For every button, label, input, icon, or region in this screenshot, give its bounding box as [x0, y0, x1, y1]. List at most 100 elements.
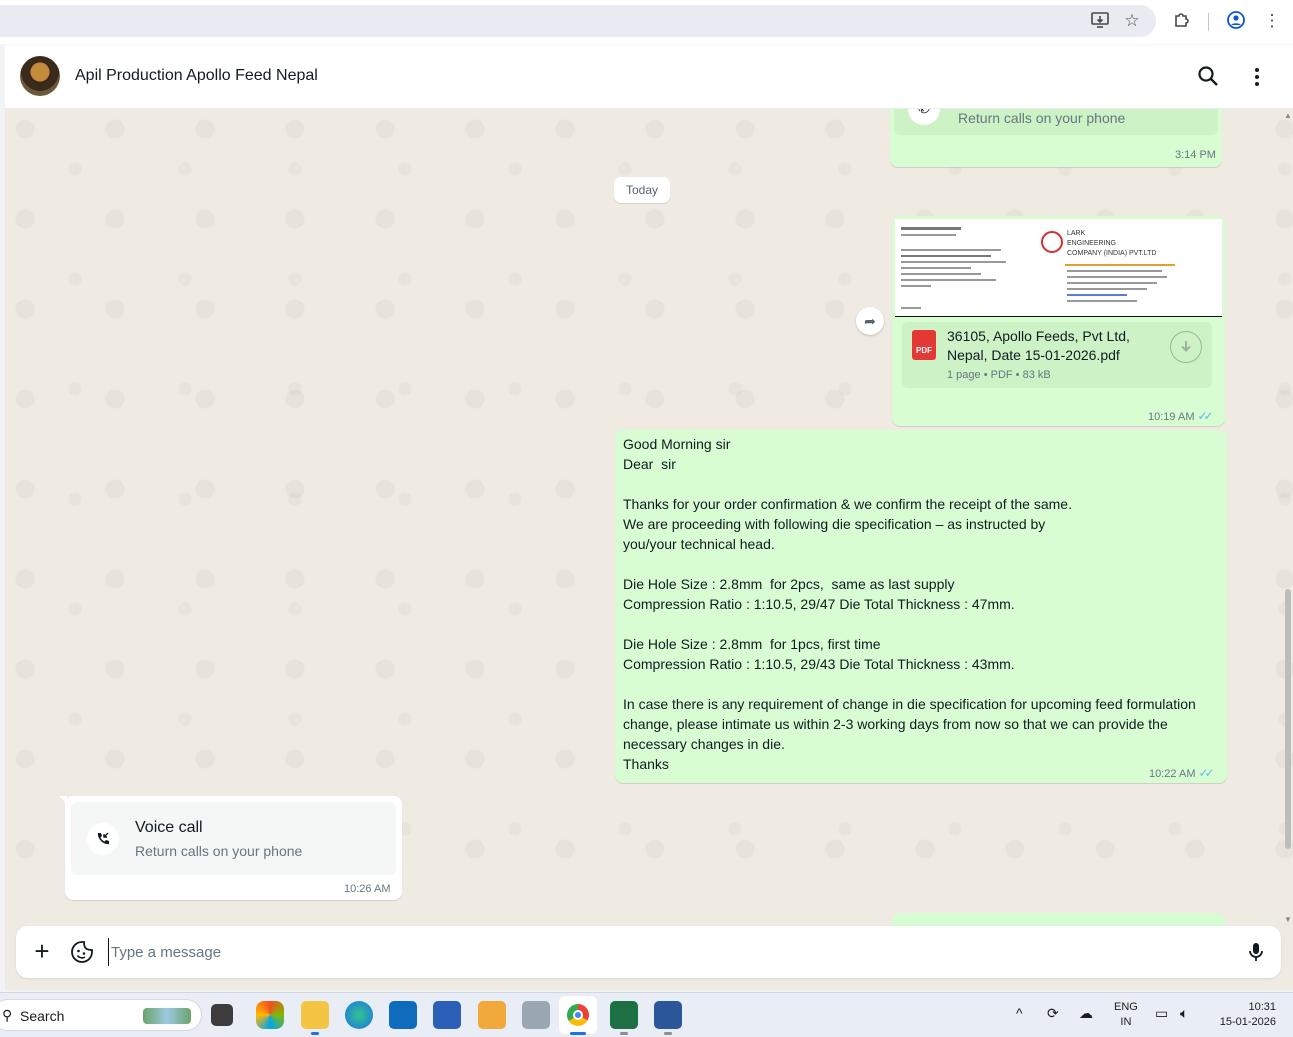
document-message[interactable]: LARK ENGINEERING COMPANY (INDIA) PVT.LTD… — [892, 216, 1225, 426]
taskbar-clock[interactable]: 10:31 15-01-2026 — [1212, 1000, 1276, 1030]
chat-menu-icon[interactable] — [1245, 65, 1269, 89]
windows-taskbar: ⚲ Search ^ ⟳ ☁ ENG IN ▭ 🔈︎ 10:31 15-01-2… — [0, 992, 1293, 1037]
sync-icon[interactable]: ⟳ — [1047, 1005, 1059, 1022]
download-icon[interactable] — [1170, 331, 1202, 363]
voice-call-card[interactable]: Voice call Return calls on your phone — [71, 802, 396, 875]
message-line: We are proceeding with following die spe… — [623, 516, 1046, 532]
preview-line — [901, 249, 1001, 251]
tray-overflow-chevron-icon[interactable]: ^ — [1016, 1005, 1023, 1021]
taskbar-search[interactable]: ⚲ Search — [0, 999, 202, 1031]
microphone-icon[interactable] — [1244, 940, 1268, 964]
volume-icon[interactable]: 🔈︎ — [1180, 1005, 1188, 1022]
preview-line — [901, 267, 971, 269]
chrome-icon-center — [573, 1010, 583, 1020]
message-line — [623, 474, 1196, 494]
copilot-icon[interactable] — [256, 1001, 284, 1029]
message-line — [623, 614, 1196, 634]
outlook-icon[interactable] — [389, 1001, 417, 1029]
message-line — [623, 554, 1196, 574]
network-icon[interactable]: ▭ — [1155, 1005, 1168, 1022]
preview-line — [1065, 264, 1175, 266]
cloud-offline-icon[interactable]: ☁ — [1079, 1005, 1093, 1022]
preview-line — [1067, 276, 1167, 278]
task-view-icon[interactable] — [211, 1004, 233, 1026]
taskbar-search-label: Search — [20, 1008, 65, 1024]
preview-line — [901, 255, 991, 257]
message-line: Compression Ratio : 1:10.5, 29/47 Die To… — [623, 596, 1015, 612]
message-line: Thanks for your order confirmation & we … — [623, 496, 1072, 512]
date-divider: Today — [614, 177, 671, 203]
app-active-indicator — [570, 1032, 586, 1035]
profile-icon[interactable] — [1225, 10, 1247, 32]
search-icon[interactable] — [1197, 65, 1221, 89]
message-line: change, please intimate us within 2-3 wo… — [623, 716, 1168, 732]
chat-header[interactable]: Apil Production Apollo Feed Nepal — [5, 45, 1293, 109]
app-running-indicator — [311, 1032, 319, 1035]
scroll-down-arrow-icon[interactable]: ▼ — [1284, 915, 1292, 924]
pdf-file-icon: PDF — [912, 330, 936, 360]
preview-line — [1067, 288, 1147, 290]
preview-line — [1067, 270, 1162, 272]
chrome-active-tile[interactable] — [559, 996, 597, 1034]
search-icon: ⚲ — [2, 1007, 13, 1023]
text-message-time: 10:22 AM ✓✓ — [1149, 766, 1215, 780]
preview-line — [901, 273, 981, 275]
voice-call-subtitle: Return calls on your phone — [135, 843, 303, 859]
preview-company: LARK ENGINEERING COMPANY (INDIA) PVT.LTD — [1067, 230, 1157, 257]
remote-desktop-icon[interactable] — [522, 1001, 550, 1029]
toolbar-divider — [1208, 13, 1209, 31]
message-line: necessary changes in die. — [623, 736, 785, 752]
message-line: Compression Ratio : 1:10.5, 29/43 Die To… — [623, 656, 1015, 672]
message-line: Good Morning sir — [623, 436, 731, 452]
attach-plus-icon[interactable]: + — [30, 938, 54, 964]
message-line: Dear sir — [623, 456, 676, 472]
browser-toolbar: ☆ ⋮ — [0, 0, 1293, 44]
app-running-indicator — [664, 1032, 672, 1035]
preview-line — [1067, 282, 1157, 284]
bookmark-star-icon[interactable]: ☆ — [1121, 10, 1143, 32]
document-meta: 1 page • PDF • 83 kB — [947, 369, 1051, 381]
browser-menu-icon[interactable]: ⋮ — [1261, 10, 1283, 32]
message-line: Thanks — [623, 756, 669, 772]
search-highlight-icon — [143, 1008, 191, 1024]
preview-line — [901, 307, 921, 309]
bubble-tail — [59, 796, 67, 804]
input-language-indicator[interactable]: ENG IN — [1114, 1000, 1138, 1030]
missed-voice-call-icon — [87, 823, 119, 855]
message-input[interactable] — [108, 938, 1208, 966]
store-icon[interactable] — [433, 1001, 461, 1029]
file-explorer-icon[interactable] — [301, 1001, 329, 1029]
word-icon[interactable] — [654, 1001, 682, 1029]
document-time: 10:19 AM ✓✓ — [1148, 409, 1214, 423]
message-body: Good Morning sir Dear sir Thanks for your … — [623, 434, 1196, 774]
forward-icon[interactable]: ➦ — [856, 307, 884, 335]
previous-call-time: 3:14 PM — [1175, 149, 1216, 161]
install-app-icon[interactable] — [1089, 10, 1111, 32]
edge-browser-icon[interactable] — [345, 1001, 373, 1029]
mail-app-icon[interactable] — [478, 1001, 506, 1029]
address-bar[interactable] — [0, 5, 1156, 37]
emoji-sticker-icon[interactable] — [70, 940, 94, 964]
preview-line — [1067, 294, 1127, 296]
preview-line — [901, 234, 956, 236]
document-preview[interactable]: LARK ENGINEERING COMPANY (INDIA) PVT.LTD — [895, 219, 1222, 317]
message-line: In case there is any requirement of chan… — [623, 696, 1196, 712]
extensions-icon[interactable] — [1171, 10, 1193, 32]
scroll-up-arrow-icon[interactable]: ▲ — [1284, 111, 1292, 120]
avatar[interactable] — [20, 56, 60, 96]
text-message[interactable]: Good Morning sir Dear sir Thanks for your … — [615, 430, 1227, 783]
lark-logo — [1041, 231, 1063, 253]
document-info[interactable]: PDF 36105, Apollo Feeds, Pvt Ltd, Nepal,… — [902, 322, 1212, 388]
whatsapp-app: Apil Production Apollo Feed Nepal ✆ Retu… — [5, 45, 1293, 990]
chat-title[interactable]: Apil Production Apollo Feed Nepal — [75, 67, 318, 85]
read-ticks-icon: ✓✓ — [1197, 409, 1213, 423]
scroll-thumb[interactable] — [1285, 589, 1291, 849]
preview-line — [901, 261, 1006, 263]
preview-line — [1067, 300, 1137, 302]
read-ticks-icon: ✓✓ — [1198, 766, 1214, 780]
chat-scrollbar[interactable]: ▲ ▼ — [1283, 109, 1293, 926]
message-line — [623, 674, 1196, 694]
message-line: Die Hole Size : 2.8mm for 1pcs, first ti… — [623, 636, 881, 652]
compose-bar: + — [16, 926, 1281, 978]
excel-icon[interactable] — [610, 1001, 638, 1029]
